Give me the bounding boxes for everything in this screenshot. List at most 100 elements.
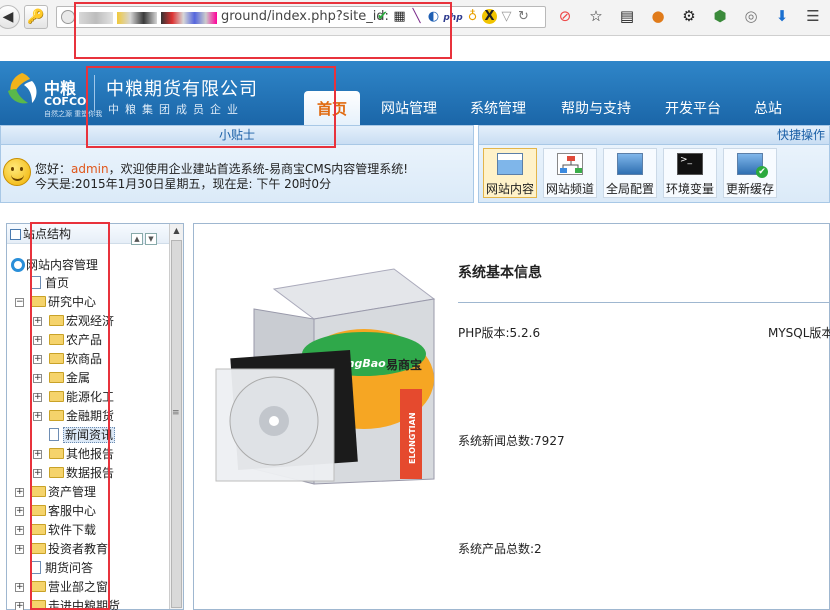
tree-node[interactable]: 期货问答 (31, 559, 93, 578)
channel-tree-icon (557, 153, 583, 175)
tree-node[interactable]: + 金融期货 (33, 407, 114, 426)
tree-node[interactable]: + 营业部之窗 (15, 578, 108, 597)
expand-toggle-icon[interactable]: + (15, 526, 24, 535)
welcome-text: ，欢迎使用企业建站首选系统-易商宝CMS内容管理系统! (108, 162, 409, 176)
page-icon (31, 276, 41, 289)
tree-node[interactable]: + 客服中心 (15, 502, 96, 521)
block-icon[interactable]: ⊘ (554, 7, 576, 25)
product-total: 系统产品总数:2 (458, 542, 542, 556)
folder-icon (31, 296, 46, 307)
content-grid-icon (497, 153, 523, 175)
pen-icon[interactable]: ╲ (409, 9, 424, 24)
quick-refresh-cache-button[interactable]: ✔ 更新缓存 (723, 148, 777, 198)
reload-icon[interactable]: ↻ (516, 9, 531, 24)
tab-main-site[interactable]: 总站 (748, 91, 788, 125)
expand-toggle-icon[interactable]: + (33, 412, 42, 421)
expand-toggle-icon[interactable]: + (15, 545, 24, 554)
company-subtitle: 中粮集团成员企业 (108, 103, 244, 116)
tree-node[interactable]: + 投资者教育 (15, 540, 108, 559)
site-tree-title: 站点结构 (23, 227, 72, 241)
tree-node[interactable]: + 其他报告 (33, 445, 115, 464)
tree-node[interactable]: − 研究中心 (15, 293, 97, 312)
quick-site-content-button[interactable]: 网站内容 (483, 148, 537, 198)
monitor-check-icon: ✔ (737, 153, 768, 178)
tree-node[interactable]: 首页 (31, 274, 69, 293)
quick-site-channel-button[interactable]: 网站频道 (543, 148, 597, 198)
tree-node[interactable]: 新闻资讯 (49, 426, 116, 445)
tree-node[interactable]: + 宏观经济 (33, 312, 114, 331)
tree-node[interactable]: + 能源化工 (33, 388, 114, 407)
smiley-icon (3, 158, 31, 186)
site-tree-header: 站点结构 ▲ ▼ (7, 224, 183, 245)
expand-toggle-icon[interactable]: + (33, 469, 42, 478)
main-content-panel: eShangBao 易商宝 ELONGTIAN 系统基本信息 PHP版本:5.2… (193, 223, 830, 610)
back-button[interactable]: ◀ (0, 5, 20, 29)
menu-icon[interactable]: ☰ (802, 7, 824, 25)
expand-toggle-icon[interactable]: + (33, 393, 42, 402)
tree-scrollbar[interactable]: ▲ ≡ (169, 224, 183, 609)
tree-node[interactable]: + 数据报告 (33, 464, 114, 483)
shield-check-icon[interactable]: ✔ (375, 9, 390, 24)
tree-node[interactable]: + 软件下载 (15, 521, 96, 540)
tree-node[interactable]: + 农产品 (33, 331, 102, 350)
expand-toggle-icon[interactable]: + (33, 336, 42, 345)
folder-icon (49, 391, 64, 402)
address-bar[interactable]: ground/index.php?site_id: ✔ ▦ ╲ ◐ php ♁ X ▽ ↻ (56, 6, 546, 28)
settings-icon[interactable]: ◎ (740, 7, 762, 25)
shield-icon[interactable]: ⬢ (709, 7, 731, 25)
expand-toggle-icon[interactable]: + (15, 507, 24, 516)
browser-toolbar: ◀ 🔑 ground/index.php?site_id: ✔ ▦ ╲ ◐ php ♁ X ▽… (0, 0, 830, 36)
collapse-toggle-icon[interactable]: − (15, 298, 24, 307)
redacted-url-part (117, 12, 157, 24)
tree-node[interactable]: + 软商品 (33, 350, 102, 369)
collapse-down-icon[interactable]: ▼ (145, 233, 157, 245)
qr-code-icon[interactable]: ▦ (392, 9, 407, 24)
page-icon (31, 561, 41, 574)
x-extension-icon[interactable]: X (482, 9, 497, 24)
tree-root[interactable]: 网站内容管理 (11, 256, 98, 275)
expand-toggle-icon[interactable]: + (33, 317, 42, 326)
folder-icon (49, 315, 64, 326)
tree-node-label: 研究中心 (48, 295, 97, 309)
swirl-icon[interactable]: ◐ (426, 9, 441, 24)
tree-node[interactable]: + 走进中粮期货 (15, 597, 120, 610)
back-arrow-icon: ◀ (2, 9, 14, 25)
quick-global-config-button[interactable]: 全局配置 (603, 148, 657, 198)
app-header: 中粮 COFCO 自然之源 重塑你我 中粮期货有限公司 中粮集团成员企业 首页 … (0, 61, 830, 125)
expand-toggle-icon[interactable]: + (33, 374, 42, 383)
bulb-icon[interactable]: ♁ (465, 9, 480, 24)
tab-system-management[interactable]: 系统管理 (462, 91, 534, 125)
expand-toggle-icon[interactable]: + (33, 355, 42, 364)
terminal-icon: >_ (677, 153, 703, 175)
folder-icon (31, 486, 46, 497)
ie-icon (11, 258, 25, 272)
tree-node[interactable]: + 金属 (33, 369, 90, 388)
expand-toggle-icon[interactable]: + (33, 450, 42, 459)
palette-icon[interactable]: ⚙ (678, 7, 700, 25)
tree-node-label: 其他报告 (66, 447, 115, 461)
star-icon[interactable]: ☆ (585, 7, 607, 25)
key-icon[interactable]: 🔑 (24, 5, 48, 29)
expand-toggle-icon[interactable]: + (15, 602, 24, 610)
expand-toggle-icon[interactable]: + (15, 583, 24, 592)
tab-site-management[interactable]: 网站管理 (374, 91, 444, 125)
info-divider (458, 302, 830, 303)
tab-home[interactable]: 首页 (304, 91, 360, 125)
download-icon[interactable]: ⬇ (771, 7, 793, 25)
page-icon (49, 428, 59, 441)
tree-node[interactable]: + 资产管理 (15, 483, 96, 502)
folder-icon (49, 410, 64, 421)
folder-icon (31, 600, 46, 610)
reader-icon[interactable]: ▤ (616, 7, 638, 25)
scroll-thumb[interactable] (171, 240, 182, 608)
tab-help-support[interactable]: 帮助与支持 (552, 91, 640, 125)
tab-dev-platform[interactable]: 开发平台 (658, 91, 728, 125)
fox-icon[interactable]: ● (647, 7, 669, 25)
php-icon[interactable]: php (443, 13, 463, 23)
dropdown-arrow-icon[interactable]: ▽ (499, 9, 514, 24)
collapse-up-icon[interactable]: ▲ (131, 233, 143, 245)
expand-toggle-icon[interactable]: + (15, 488, 24, 497)
quick-env-vars-button[interactable]: >_ 环境变量 (663, 148, 717, 198)
scroll-up-icon[interactable]: ▲ (170, 224, 183, 238)
company-name: 中粮期货有限公司 (106, 79, 258, 100)
